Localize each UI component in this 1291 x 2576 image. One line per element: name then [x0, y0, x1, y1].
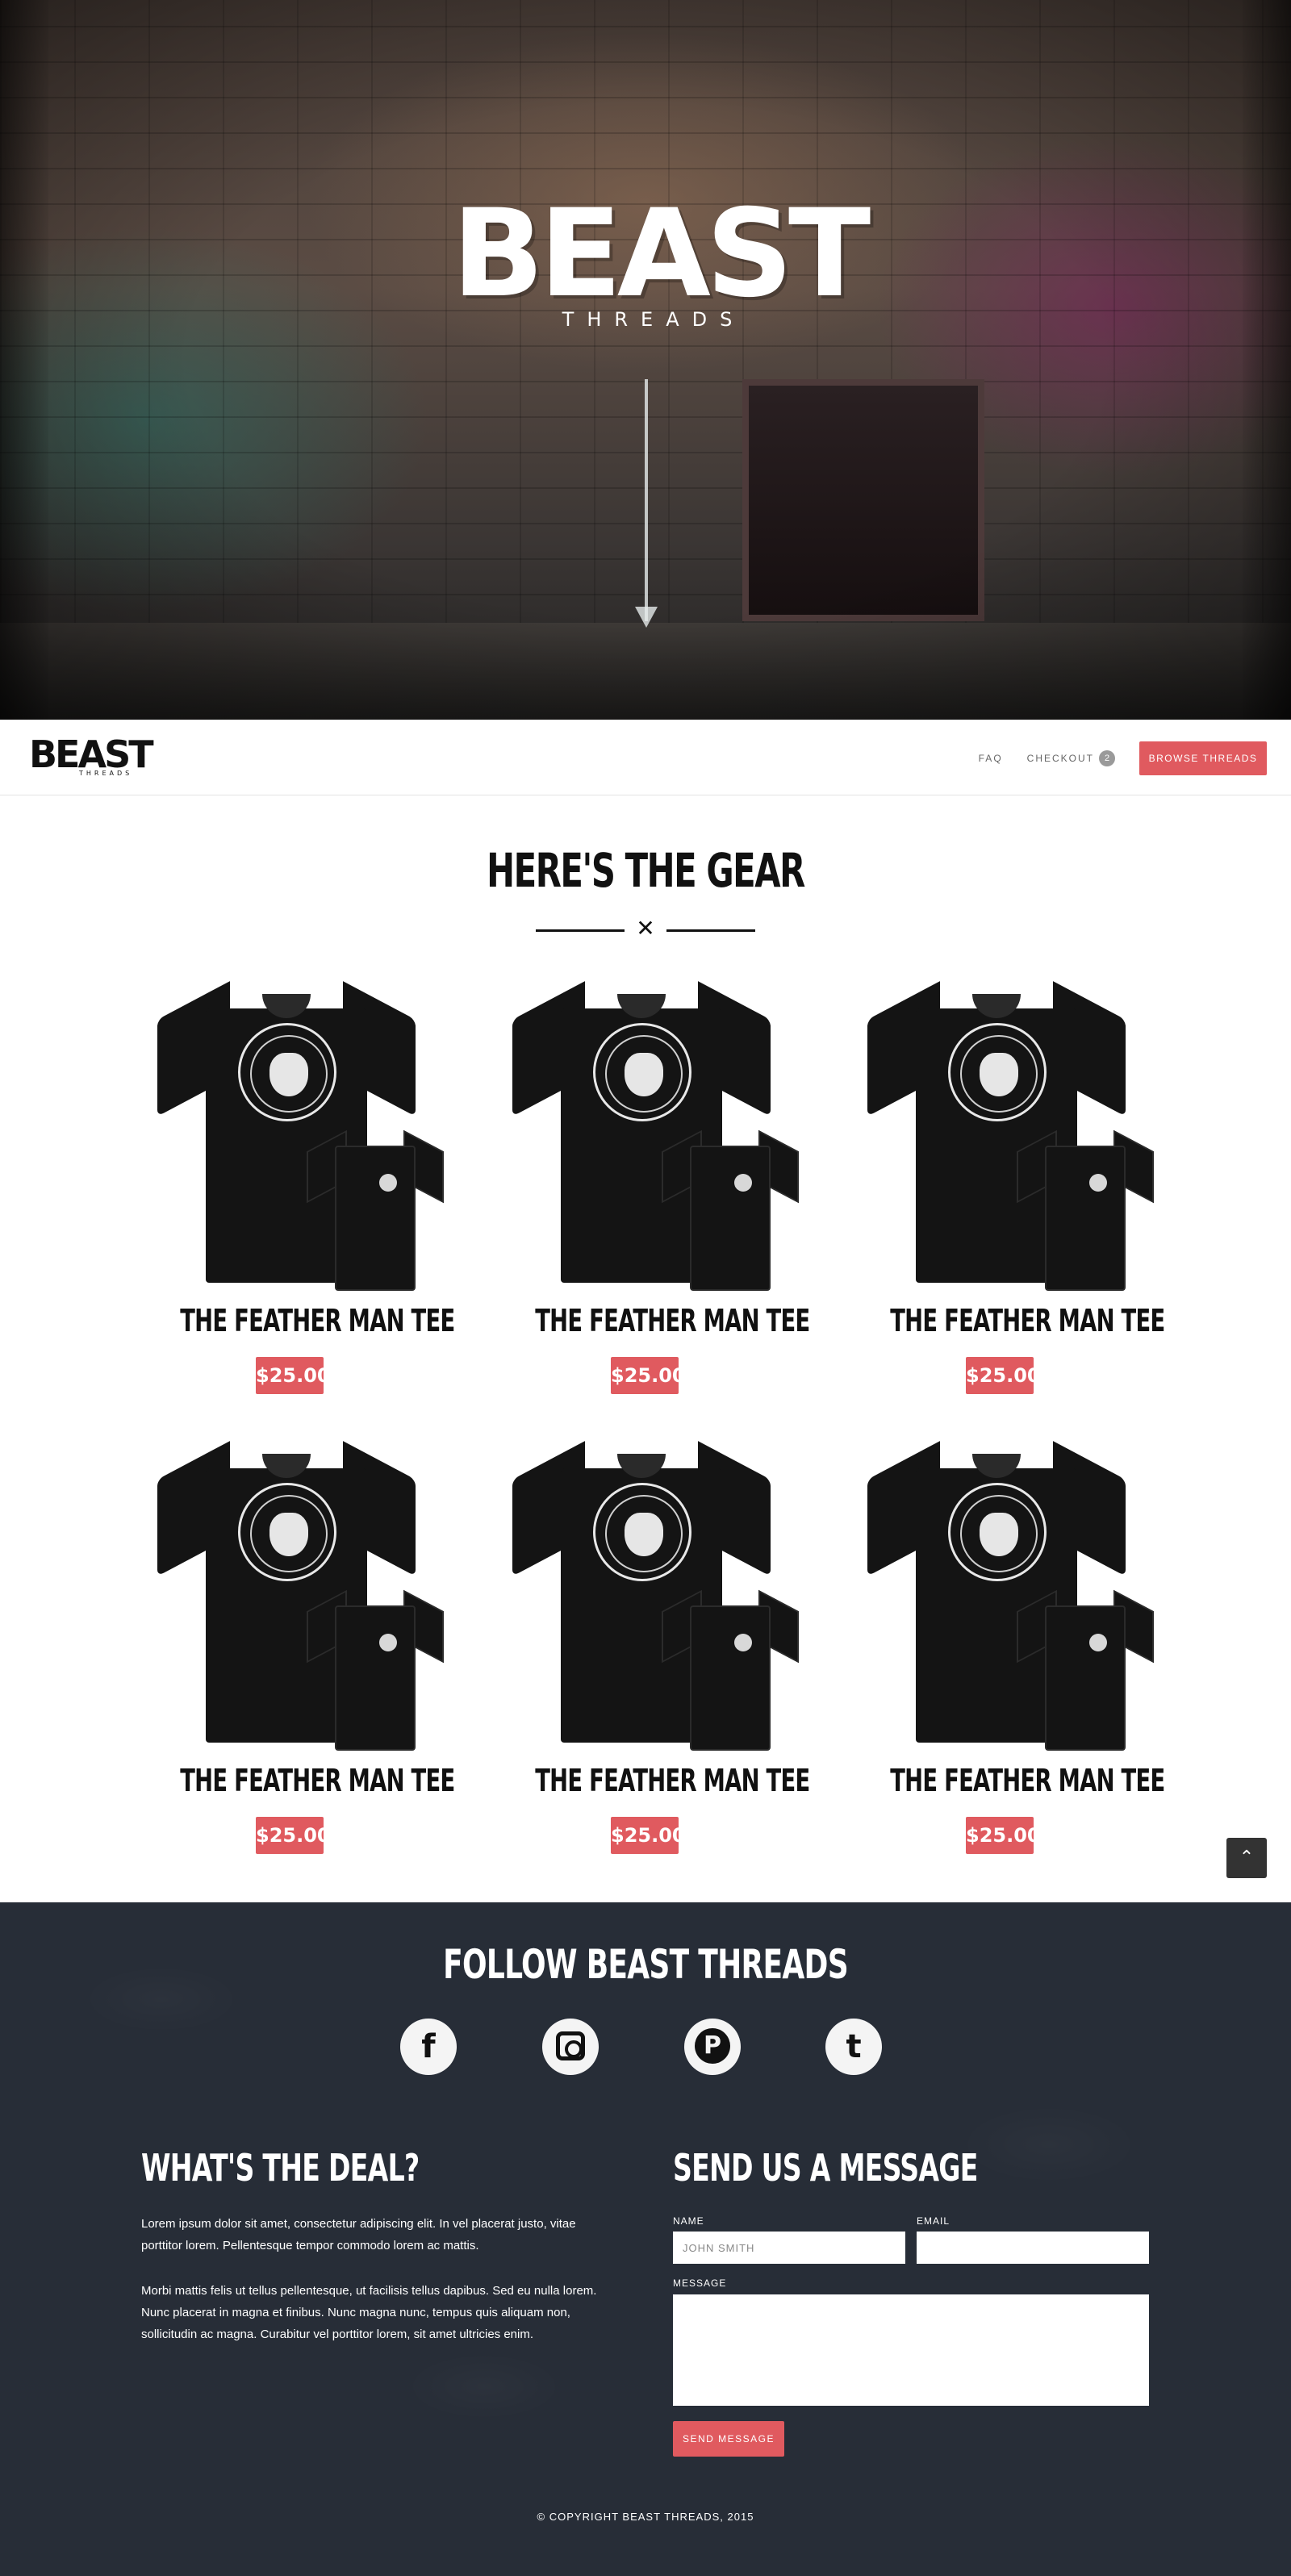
tshirt-front-image: [1017, 1589, 1154, 1751]
product-name[interactable]: THE FEATHER MAN TEE: [890, 1303, 1165, 1338]
gear-section-title: HERE'S THE GEAR: [487, 843, 805, 898]
hero-logo: BEAST THREADS: [452, 184, 871, 331]
product-image[interactable]: [847, 1436, 1154, 1751]
product-price-button[interactable]: $25.00: [256, 1357, 331, 1394]
top-navigation: BEAST THREADS FAQ CHECKOUT 2 BROWSE THRE…: [0, 720, 1291, 795]
skull-print-graphic: [948, 1023, 1047, 1121]
tshirt-front-image: [1017, 1129, 1154, 1291]
nav-checkout-link[interactable]: CHECKOUT 2: [1027, 750, 1115, 766]
tshirt-front-image: [307, 1129, 444, 1291]
nav-logo-word: BEAST: [29, 733, 154, 776]
tumblr-icon[interactable]: t: [825, 2019, 882, 2075]
email-label: EMAIL: [917, 2215, 950, 2227]
product-card[interactable]: THE FEATHER MAN TEE $25.00: [492, 976, 810, 1396]
product-card[interactable]: THE FEATHER MAN TEE $25.00: [137, 1436, 455, 1856]
product-image[interactable]: [492, 976, 799, 1291]
cart-count-badge: 2: [1099, 750, 1115, 766]
instagram-icon[interactable]: [542, 2019, 599, 2075]
message-label: MESSAGE: [673, 2277, 727, 2289]
product-card[interactable]: THE FEATHER MAN TEE $25.00: [137, 976, 455, 1396]
tshirt-front-image: [307, 1589, 444, 1751]
deal-title: WHAT'S THE DEAL?: [141, 2146, 420, 2190]
send-message-button[interactable]: SEND MESSAGE: [673, 2421, 784, 2457]
nav-faq-link[interactable]: FAQ: [979, 753, 1003, 764]
product-image[interactable]: [847, 976, 1154, 1291]
skull-print-graphic: [948, 1483, 1047, 1581]
skull-print-graphic: [238, 1483, 336, 1581]
hero-banner: BEAST THREADS: [0, 0, 1291, 720]
product-price-button[interactable]: $25.00: [611, 1817, 686, 1854]
product-image[interactable]: [137, 976, 444, 1291]
facebook-icon[interactable]: f: [400, 2019, 457, 2075]
follow-title: FOLLOW BEAST THREADS: [443, 1941, 849, 1988]
back-to-top-button[interactable]: ⌃: [1226, 1838, 1267, 1878]
skull-print-graphic: [593, 1023, 691, 1121]
product-name[interactable]: THE FEATHER MAN TEE: [890, 1763, 1165, 1798]
nav-logo[interactable]: BEAST THREADS: [29, 733, 154, 783]
nav-links: FAQ CHECKOUT 2 BROWSE THREADS: [979, 741, 1267, 775]
message-field[interactable]: [673, 2294, 1149, 2406]
product-card[interactable]: THE FEATHER MAN TEE $25.00: [847, 976, 1165, 1396]
product-price-button[interactable]: $25.00: [256, 1817, 331, 1854]
skull-print-graphic: [593, 1483, 691, 1581]
pinterest-icon[interactable]: P: [684, 2019, 741, 2075]
message-title: SEND US A MESSAGE: [673, 2146, 978, 2190]
browse-threads-button[interactable]: BROWSE THREADS: [1139, 741, 1267, 775]
product-name[interactable]: THE FEATHER MAN TEE: [535, 1763, 810, 1798]
deal-paragraph-1: Lorem ipsum dolor sit amet, consectetur …: [141, 2217, 576, 2252]
deal-paragraph-2: Morbi mattis felis ut tellus pellentesqu…: [141, 2284, 597, 2341]
product-name[interactable]: THE FEATHER MAN TEE: [180, 1303, 455, 1338]
chevron-up-icon: ⌃: [1239, 1847, 1255, 1868]
product-name[interactable]: THE FEATHER MAN TEE: [180, 1763, 455, 1798]
product-price-button[interactable]: $25.00: [966, 1817, 1041, 1854]
product-image[interactable]: [137, 1436, 444, 1751]
product-price-button[interactable]: $25.00: [966, 1357, 1041, 1394]
skull-print-graphic: [238, 1023, 336, 1121]
product-card[interactable]: THE FEATHER MAN TEE $25.00: [492, 1436, 810, 1856]
product-name[interactable]: THE FEATHER MAN TEE: [535, 1303, 810, 1338]
name-label: NAME: [673, 2215, 704, 2227]
crossed-bones-divider: ✕: [536, 915, 755, 942]
product-image[interactable]: [492, 1436, 799, 1751]
hero-logo-word: BEAST: [452, 184, 871, 324]
product-card[interactable]: THE FEATHER MAN TEE $25.00: [847, 1436, 1165, 1856]
nav-logo-sub: THREADS: [79, 770, 133, 777]
footer: FOLLOW BEAST THREADS f P t WHAT'S THE DE…: [0, 1902, 1291, 2576]
name-field[interactable]: [673, 2232, 905, 2264]
email-field[interactable]: [917, 2232, 1149, 2264]
tshirt-front-image: [662, 1129, 799, 1291]
tshirt-front-image: [662, 1589, 799, 1751]
scroll-down-arrow-icon[interactable]: [635, 379, 658, 628]
product-price-button[interactable]: $25.00: [611, 1357, 686, 1394]
checkout-label: CHECKOUT: [1026, 753, 1094, 764]
copyright: © COPYRIGHT BEAST THREADS, 2015: [537, 2511, 754, 2523]
crossed-bones-icon: ✕: [636, 915, 655, 941]
